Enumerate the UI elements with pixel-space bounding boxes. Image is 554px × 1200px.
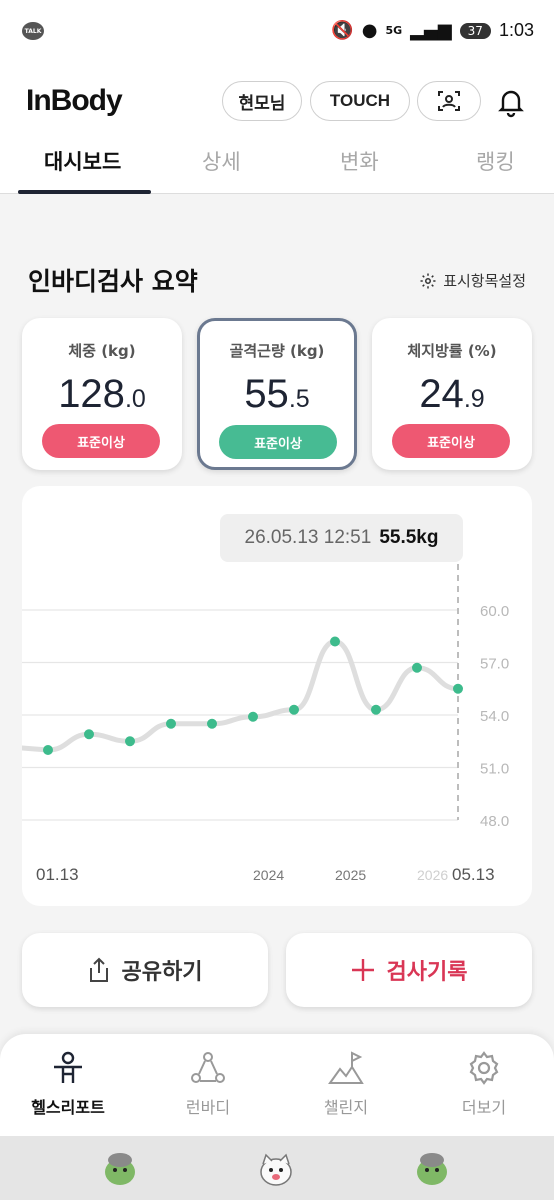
card-value: 55.5 — [200, 372, 354, 417]
active-tab-indicator — [18, 190, 151, 194]
mascot-bar — [0, 1136, 554, 1200]
share-label: 공유하기 — [121, 960, 203, 985]
x-tick-label: 01.13 — [36, 865, 79, 884]
nav-label: 런바디 — [185, 1098, 231, 1117]
y-tick-label: 48.0 — [480, 813, 509, 830]
nav-more[interactable]: 더보기 — [424, 1050, 544, 1118]
face-scan-icon — [438, 91, 460, 111]
nav-runbody[interactable]: 런바디 — [148, 1050, 268, 1118]
inbody-logo: InBody — [26, 84, 123, 117]
user-button[interactable]: 현모님 — [222, 81, 302, 121]
face-scan-button[interactable] — [417, 81, 481, 121]
card-label: 체중 (kg) — [68, 342, 136, 360]
signal-icon: ▂▄▆ — [410, 20, 452, 41]
x-tick-label: 2025 — [335, 867, 366, 883]
test-record-label: 검사기록 — [386, 960, 468, 985]
mute-icon: 🔇 — [331, 20, 354, 41]
tooltip-date: 26.05.13 12:51 — [244, 527, 372, 548]
data-point — [453, 683, 463, 694]
y-tick-label: 60.0 — [480, 603, 509, 620]
tab-dashboard[interactable]: 대시보드 — [44, 146, 121, 176]
clock: 1:03 — [498, 20, 534, 40]
nav-challenge[interactable]: 챌린지 — [286, 1050, 406, 1118]
notification-bell-icon[interactable] — [495, 86, 527, 118]
share-icon — [89, 957, 108, 982]
talk-icon-label: TALK — [24, 27, 42, 35]
status-badge: 표준이상 — [392, 424, 510, 458]
data-point — [330, 636, 340, 647]
status-badge: 표준이상 — [42, 424, 160, 458]
y-tick-label: 57.0 — [480, 656, 509, 673]
share-button[interactable]: 공유하기 — [22, 933, 268, 1007]
frog-mascot-icon — [417, 1153, 447, 1185]
nav-label: 더보기 — [461, 1098, 507, 1117]
data-point — [289, 704, 299, 715]
tab-ranking[interactable]: 랭킹 — [476, 146, 515, 176]
tab-bar: 대시보드 상세 변화 랭킹 — [0, 142, 554, 194]
body-fat-card[interactable]: 체지방률 (%) 24.9 표준이상 — [372, 318, 532, 470]
gear-icon — [420, 273, 436, 288]
value-decimal: .5 — [288, 385, 310, 413]
tooltip-value: 55.5kg — [379, 527, 439, 548]
mountain-flag-icon — [328, 1051, 364, 1084]
display-settings-label: 표시항목설정 — [443, 272, 526, 290]
gear-icon — [469, 1051, 499, 1085]
plus-icon — [351, 959, 374, 981]
y-tick-label: 54.0 — [480, 708, 509, 725]
card-label: 골격근량 (kg) — [229, 342, 325, 360]
data-point — [412, 662, 422, 673]
value-decimal: .0 — [124, 385, 146, 413]
cat-mascot-icon — [260, 1153, 292, 1186]
card-value: 128.0 — [22, 372, 182, 417]
nav-label: 챌린지 — [323, 1098, 369, 1117]
battery-level: 37 — [459, 22, 491, 39]
value-decimal: .9 — [463, 385, 485, 413]
value-integer: 24 — [419, 372, 464, 416]
value-integer: 128 — [58, 372, 125, 416]
test-record-button[interactable]: 검사기록 — [286, 933, 532, 1007]
card-value: 24.9 — [372, 372, 532, 417]
person-icon — [54, 1051, 82, 1083]
value-integer: 55 — [244, 372, 289, 416]
data-point — [166, 718, 176, 729]
status-bar: TALK 🔇 ● 5G ▂▄▆ 37 1:03 — [0, 0, 554, 64]
data-point — [84, 729, 94, 740]
card-label: 체지방률 (%) — [407, 342, 497, 360]
skeletal-muscle-card[interactable]: 골격근량 (kg) 55.5 표준이상 — [197, 318, 357, 470]
network-label: 5G — [385, 24, 403, 37]
data-point — [207, 718, 217, 729]
display-settings-button[interactable]: 표시항목설정 — [419, 270, 526, 291]
location-icon: ● — [361, 20, 378, 41]
tab-change[interactable]: 변화 — [340, 146, 379, 176]
weight-card[interactable]: 체중 (kg) 128.0 표준이상 — [22, 318, 182, 470]
runbody-icon — [191, 1052, 225, 1083]
app-header: InBody 현모님 TOUCH 대시보드 상세 변화 랭킹 — [0, 64, 554, 194]
tab-detail[interactable]: 상세 — [202, 146, 241, 176]
x-tick-label: 2024 — [253, 867, 284, 883]
nav-health-report[interactable]: 헬스리포트 — [8, 1050, 128, 1118]
kakaotalk-notification-icon: TALK — [22, 22, 44, 40]
touch-button[interactable]: TOUCH — [310, 81, 410, 121]
data-point — [371, 704, 381, 715]
y-tick-label: 51.0 — [480, 761, 509, 778]
status-badge: 표준이상 — [219, 425, 337, 459]
trend-chart-card[interactable]: 60.0 57.0 54.0 51.0 48.0 01.13 2024 2025 2026 05.… — [22, 486, 532, 906]
nav-label: 헬스리포트 — [31, 1098, 105, 1117]
section-title: 인바디검사 요약 — [28, 267, 198, 296]
x-tick-label: 05.13 — [452, 865, 495, 884]
data-point — [43, 745, 53, 755]
status-icons: 🔇 ● 5G ▂▄▆ 37 1:03 — [331, 20, 534, 41]
x-tick-label: 2026 — [417, 867, 448, 883]
data-point — [125, 736, 135, 747]
data-point — [248, 711, 258, 722]
bottom-nav: 헬스리포트 런바디 챌린지 더보기 — [0, 1034, 554, 1136]
frog-mascot-icon — [105, 1153, 135, 1185]
chart-tooltip: 26.05.13 12:51 55.5kg — [220, 514, 463, 562]
